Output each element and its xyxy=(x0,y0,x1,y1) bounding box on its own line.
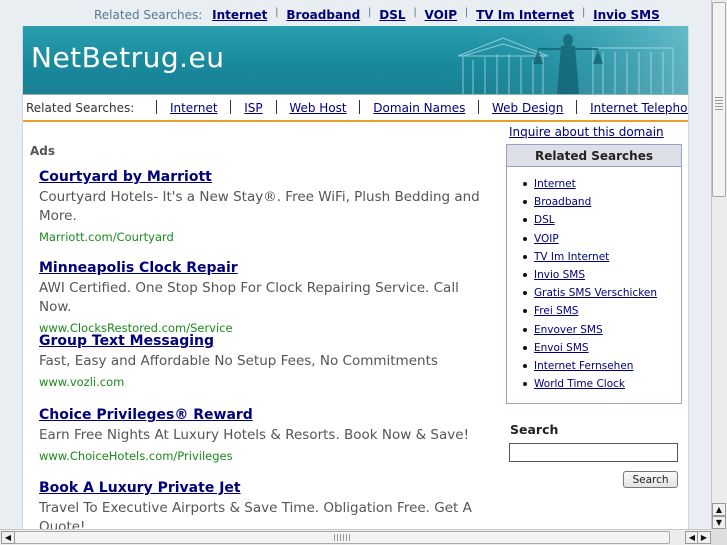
list-item: DSL xyxy=(523,211,681,229)
separator: | xyxy=(464,7,469,18)
ad-description: Fast, Easy and Affordable No Setup Fees,… xyxy=(39,353,438,369)
arrow-down-icon[interactable]: ▼ xyxy=(712,516,726,529)
top-link-voip[interactable]: VOIP xyxy=(425,8,458,22)
ad-description: AWI Certified. One Stop Shop For Clock R… xyxy=(39,280,459,315)
related-link-invio-sms[interactable]: Invio SMS xyxy=(534,269,585,281)
top-related-bar: Related Searches: Internet | Broadband |… xyxy=(0,0,711,26)
list-item: Internet Fernsehen xyxy=(523,357,681,375)
related-link-envover-sms[interactable]: Envover SMS xyxy=(534,324,603,336)
separator xyxy=(478,100,480,114)
list-item: Internet xyxy=(523,175,681,193)
arrow-left-icon[interactable]: ◀ xyxy=(1,531,15,544)
site-title: NetBetrug.eu xyxy=(31,41,225,74)
separator xyxy=(576,100,578,114)
nav-label: Related Searches: xyxy=(26,101,135,115)
top-link-dsl[interactable]: DSL xyxy=(379,8,405,22)
list-item: Envover SMS xyxy=(523,321,681,339)
nav-link-isp[interactable]: ISP xyxy=(244,101,262,115)
related-searches-title: Related Searches xyxy=(507,145,681,167)
related-searches-box: Related Searches Internet Broadband DSL … xyxy=(506,144,682,404)
nav-bar: Related Searches: Internet ISP Web Host … xyxy=(23,94,688,122)
ad-title-link[interactable]: Group Text Messaging xyxy=(39,332,494,350)
related-link-internet-fernsehen[interactable]: Internet Fernsehen xyxy=(534,360,633,372)
nav-link-internet-telephony[interactable]: Internet Telephony xyxy=(590,101,688,115)
ad-description: Travel To Executive Airports & Save Time… xyxy=(39,500,472,530)
search-label: Search xyxy=(510,422,559,437)
separator: | xyxy=(368,7,372,18)
separator: | xyxy=(581,7,586,18)
top-link-internet[interactable]: Internet xyxy=(212,8,267,22)
related-link-gratis-sms[interactable]: Gratis SMS Verschicken xyxy=(534,287,657,299)
ad-url[interactable]: www.vozli.com xyxy=(39,374,494,390)
justice-statue-icon xyxy=(443,26,688,94)
top-related-label: Related Searches: xyxy=(94,8,203,22)
ads-column: Ads Courtyard by Marriott Courtyard Hote… xyxy=(23,122,498,530)
related-link-internet[interactable]: Internet xyxy=(534,178,576,190)
nav-link-domain-names[interactable]: Domain Names xyxy=(373,101,465,115)
ad-item: Book A Luxury Private Jet Travel To Exec… xyxy=(39,479,494,530)
related-link-broadband[interactable]: Broadband xyxy=(534,196,591,208)
top-link-broadband[interactable]: Broadband xyxy=(286,8,360,22)
related-link-frei-sms[interactable]: Frei SMS xyxy=(534,305,578,317)
arrow-up-icon[interactable]: ▲ xyxy=(712,503,726,516)
related-link-envoi-sms[interactable]: Envoi SMS xyxy=(534,342,589,354)
ad-item: Group Text Messaging Fast, Easy and Affo… xyxy=(39,332,494,390)
separator: | xyxy=(275,7,279,18)
separator xyxy=(230,100,232,114)
related-searches-list: Internet Broadband DSL VOIP TV Im Intern… xyxy=(507,167,681,393)
ad-url[interactable]: Marriott.com/Courtyard xyxy=(39,229,494,245)
ad-title-link[interactable]: Minneapolis Clock Repair xyxy=(39,259,494,277)
search-button[interactable]: Search xyxy=(623,471,678,488)
page-container: NetBetrug.eu Related Searches: Internet … xyxy=(22,26,689,530)
related-link-voip[interactable]: VOIP xyxy=(534,233,559,245)
nav-link-web-host[interactable]: Web Host xyxy=(289,101,346,115)
related-link-tv-im-internet[interactable]: TV Im Internet xyxy=(534,251,609,263)
grip-icon xyxy=(334,534,350,541)
separator: | xyxy=(413,7,417,18)
ad-description: Courtyard Hotels- It's a New Stay®. Free… xyxy=(39,189,480,224)
ad-url[interactable]: www.ChoiceHotels.com/Privileges xyxy=(39,448,494,464)
ad-item: Choice Privileges® Reward Earn Free Nigh… xyxy=(39,406,494,464)
list-item: World Time Clock xyxy=(523,375,681,393)
ads-label: Ads xyxy=(30,144,56,158)
nav-link-web-design[interactable]: Web Design xyxy=(492,101,563,115)
inquire-domain-link[interactable]: Inquire about this domain xyxy=(509,125,664,139)
list-item: Broadband xyxy=(523,193,681,211)
ad-item: Minneapolis Clock Repair AWI Certified. … xyxy=(39,259,494,336)
ad-title-link[interactable]: Book A Luxury Private Jet xyxy=(39,479,494,497)
grip-icon xyxy=(715,96,723,110)
separator xyxy=(275,100,277,114)
site-banner: NetBetrug.eu xyxy=(23,26,688,94)
top-link-tv-im-internet[interactable]: TV Im Internet xyxy=(476,8,574,22)
list-item: VOIP xyxy=(523,230,681,248)
list-item: TV Im Internet xyxy=(523,248,681,266)
separator xyxy=(359,100,361,114)
scrollbar-corner xyxy=(711,529,727,545)
list-item: Envoi SMS xyxy=(523,339,681,357)
related-link-dsl[interactable]: DSL xyxy=(534,214,555,226)
nav-link-internet[interactable]: Internet xyxy=(170,101,218,115)
search-input[interactable] xyxy=(509,443,678,462)
ad-description: Earn Free Nights At Luxury Hotels & Reso… xyxy=(39,427,469,443)
related-link-world-time-clock[interactable]: World Time Clock xyxy=(534,378,625,390)
list-item: Invio SMS xyxy=(523,266,681,284)
top-link-invio-sms[interactable]: Invio SMS xyxy=(593,8,660,22)
arrow-right-icon[interactable]: ▶ xyxy=(697,531,711,544)
list-item: Frei SMS xyxy=(523,302,681,320)
separator xyxy=(156,100,158,114)
list-item: Gratis SMS Verschicken xyxy=(523,284,681,302)
ad-title-link[interactable]: Courtyard by Marriott xyxy=(39,168,494,186)
ad-item: Courtyard by Marriott Courtyard Hotels- … xyxy=(39,168,494,245)
ad-title-link[interactable]: Choice Privileges® Reward xyxy=(39,406,494,424)
